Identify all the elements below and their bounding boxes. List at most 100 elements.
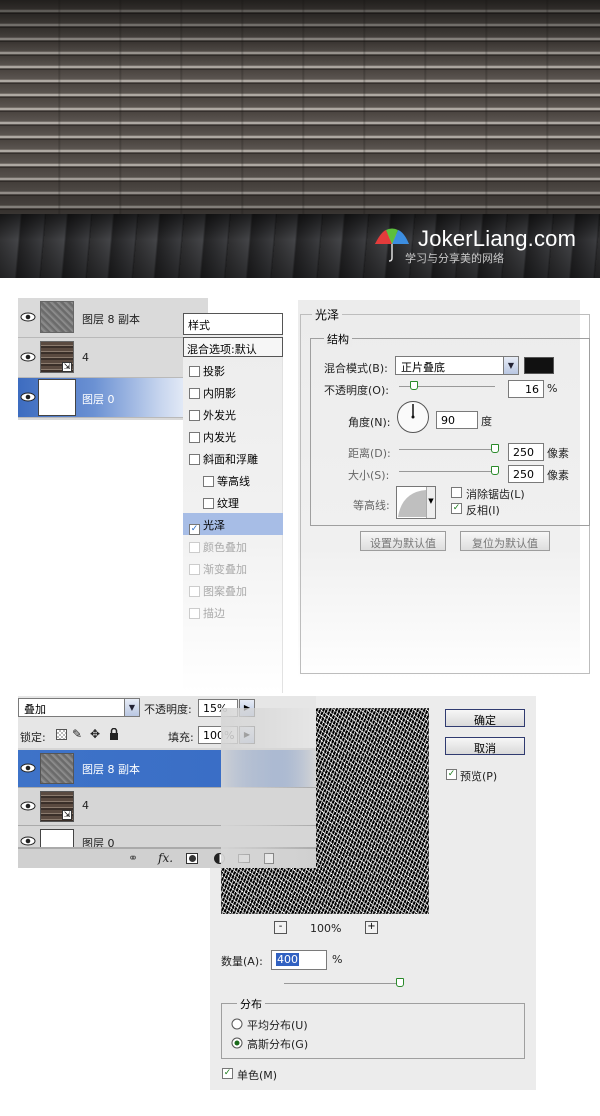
smart-object-icon: ⇲	[62, 810, 72, 820]
styles-header[interactable]: 样式	[183, 313, 283, 335]
blend-mode-label: 混合模式(B):	[324, 362, 388, 375]
zoom-out-button[interactable]: -	[274, 921, 287, 934]
lock-paint-icon[interactable]: ✎	[72, 727, 82, 741]
style-checkbox[interactable]	[189, 608, 200, 619]
size-slider-track[interactable]	[399, 471, 495, 472]
invert-checkbox[interactable]: ✓	[451, 503, 462, 514]
layer-thumbnail	[40, 829, 74, 847]
layer-style-list: 样式 混合选项:默认 投影 内阴影 外发光内发光斜面和浮雕 等高线纹理 ✓ 光泽颜色叠加渐…	[183, 313, 283, 693]
size-label: 大小(S):	[348, 469, 390, 482]
amount-slider-track[interactable]	[284, 983, 400, 984]
style-item-label: 纹理	[217, 497, 239, 510]
distribution-title: 分布	[237, 996, 265, 1012]
lock-move-icon[interactable]: ✥	[90, 727, 100, 741]
distance-label: 距离(D):	[348, 447, 391, 460]
opacity-unit: %	[547, 382, 558, 395]
amount-unit: %	[332, 953, 343, 966]
style-item[interactable]: 投影	[183, 359, 283, 381]
eye-icon[interactable]	[20, 310, 36, 324]
style-checkbox[interactable]	[203, 498, 214, 509]
blend-color-swatch[interactable]	[524, 357, 554, 374]
blending-options-item[interactable]: 混合选项:默认	[183, 337, 283, 357]
lock-all-icon[interactable]	[109, 728, 119, 740]
gaussian-radio[interactable]	[231, 1037, 243, 1049]
layer-style-screenshot: 图层 8 副本 ⇲ 4 图层 0 样式 混合选项:默认 投影 内阴影 外发光内发光斜…	[0, 296, 600, 693]
style-item[interactable]: 渐变叠加	[183, 557, 283, 579]
style-item[interactable]: 纹理	[183, 491, 283, 513]
distance-slider-track[interactable]	[399, 449, 495, 450]
style-item[interactable]: 斜面和浮雕	[183, 447, 283, 469]
eye-icon[interactable]	[20, 350, 36, 364]
layer-name: 图层 0	[82, 393, 115, 406]
anti-alias-checkbox[interactable]	[451, 487, 462, 498]
style-checkbox[interactable]	[189, 586, 200, 597]
style-checkbox[interactable]: ✓	[189, 524, 200, 535]
size-unit: 像素	[547, 469, 569, 482]
cancel-button[interactable]: 取消	[445, 737, 525, 755]
uniform-radio[interactable]	[231, 1018, 243, 1030]
distance-slider-knob[interactable]	[491, 444, 499, 453]
style-checkbox[interactable]	[189, 564, 200, 575]
size-slider-knob[interactable]	[491, 466, 499, 475]
mask-icon[interactable]	[186, 853, 198, 864]
style-item-label: 渐变叠加	[203, 563, 247, 576]
style-item-label: 图案叠加	[203, 585, 247, 598]
style-item[interactable]: 颜色叠加	[183, 535, 283, 557]
preview-checkbox[interactable]: ✓	[446, 769, 457, 780]
monochromatic-label: 单色(M)	[237, 1069, 278, 1082]
style-item[interactable]: 内发光	[183, 425, 283, 447]
angle-unit: 度	[481, 415, 492, 428]
layer-blend-mode-select[interactable]: 叠加 ▼	[18, 698, 140, 717]
style-item[interactable]: 外发光	[183, 403, 283, 425]
monochromatic-checkbox[interactable]: ✓	[222, 1068, 233, 1079]
style-checkbox[interactable]	[203, 476, 214, 487]
opacity-input[interactable]: 16	[508, 380, 544, 398]
style-item-label: 颜色叠加	[203, 541, 247, 554]
add-noise-screenshot: 确定 取消 ✓ 预览(P) - 100% + 数量(A): 400 % 分布 平…	[0, 696, 600, 1116]
layer-row[interactable]: 图层 8 副本	[18, 298, 208, 338]
style-item[interactable]: ✓ 光泽	[183, 513, 283, 535]
style-item[interactable]: 内阴影	[183, 381, 283, 403]
contour-picker[interactable]: ▼	[396, 486, 436, 519]
amount-slider-knob[interactable]	[396, 978, 404, 987]
zoom-in-button[interactable]: +	[365, 921, 378, 934]
eye-icon[interactable]	[20, 761, 36, 775]
layer-thumbnail	[40, 301, 74, 333]
angle-input[interactable]: 90	[436, 411, 478, 429]
amount-input[interactable]: 400	[271, 950, 327, 970]
layer-row-selected[interactable]: 图层 0	[18, 378, 208, 418]
anti-alias-label: 消除锯齿(L)	[466, 488, 525, 501]
contour-curve-icon	[398, 490, 426, 517]
style-checkbox[interactable]	[189, 542, 200, 553]
layer-thumbnail	[38, 379, 76, 416]
layer-row[interactable]: ⇲ 4	[18, 338, 208, 378]
style-item-label: 光泽	[203, 519, 225, 532]
lock-transparency-icon[interactable]	[56, 729, 67, 740]
eye-icon[interactable]	[20, 390, 36, 404]
size-input[interactable]: 250	[508, 465, 544, 483]
opacity-slider-knob[interactable]	[410, 381, 419, 390]
style-checkbox[interactable]	[189, 366, 200, 377]
angle-dial-icon[interactable]	[396, 400, 430, 434]
fx-icon[interactable]: fx.	[158, 851, 173, 865]
style-item[interactable]: 等高线	[183, 469, 283, 491]
layer-name: 图层 0	[82, 837, 115, 848]
style-item[interactable]: 描边	[183, 601, 283, 623]
ok-button[interactable]: 确定	[445, 709, 525, 727]
distance-input[interactable]: 250	[508, 443, 544, 461]
style-item[interactable]: 图案叠加	[183, 579, 283, 601]
set-default-button[interactable]: 设置为默认值	[360, 531, 446, 551]
layer-name: 图层 8 副本	[82, 313, 140, 326]
layer-blend-mode-value: 叠加	[24, 703, 46, 716]
style-checkbox[interactable]	[189, 388, 200, 399]
link-icon[interactable]: ⚭	[128, 851, 138, 865]
style-checkbox[interactable]	[189, 454, 200, 465]
reset-default-button[interactable]: 复位为默认值	[460, 531, 550, 551]
style-item-label: 内发光	[203, 431, 236, 444]
blend-mode-select[interactable]: 正片叠底 ▼	[395, 356, 519, 375]
eye-icon[interactable]	[20, 799, 36, 813]
style-checkbox[interactable]	[189, 410, 200, 421]
noise-preview-fade	[221, 708, 317, 868]
style-checkbox[interactable]	[189, 432, 200, 443]
eye-icon[interactable]	[20, 834, 36, 848]
